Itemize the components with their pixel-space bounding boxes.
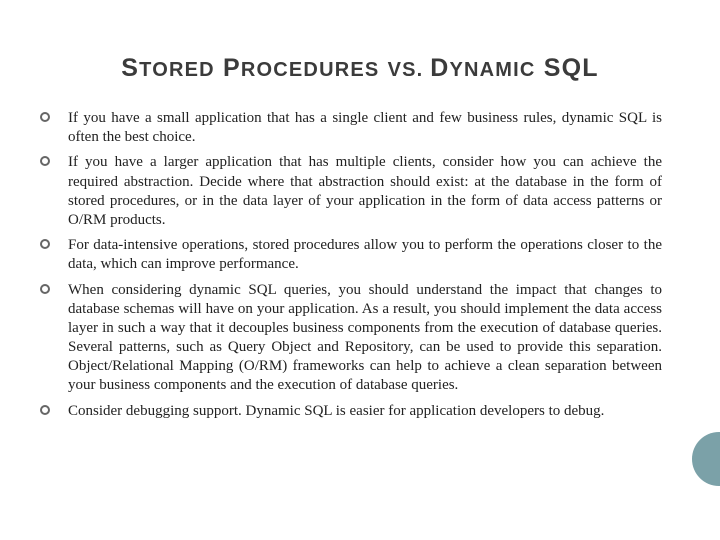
list-item-text: For data-intensive operations, stored pr… [68, 237, 662, 272]
circle-bullet-icon [40, 156, 50, 166]
title-word-procedures: PROCEDURES [223, 54, 379, 82]
circle-bullet-icon [40, 112, 50, 122]
list-item-text: Consider debugging support. Dynamic SQL … [68, 403, 604, 419]
list-item-text: When considering dynamic SQL queries, yo… [68, 282, 662, 394]
list-item-text: If you have a small application that has… [68, 110, 662, 145]
decorative-circle [692, 432, 720, 486]
bullet-list: If you have a small application that has… [34, 99, 686, 427]
list-item: If you have a larger application that ha… [34, 153, 686, 236]
circle-bullet-icon [40, 405, 50, 415]
list-item: For data-intensive operations, stored pr… [34, 236, 686, 280]
circle-bullet-icon [40, 284, 50, 294]
list-item: If you have a small application that has… [34, 109, 686, 153]
list-item-text: If you have a larger application that ha… [68, 154, 662, 228]
title-word-sql: SQL [544, 54, 599, 82]
circle-bullet-icon [40, 239, 50, 249]
slide: STORED PROCEDURES VS. DYNAMIC SQL If you… [0, 0, 720, 540]
list-item: Consider debugging support. Dynamic SQL … [34, 402, 686, 427]
list-item: When considering dynamic SQL queries, yo… [34, 281, 686, 402]
title-word-stored: STORED [121, 54, 215, 82]
title-word-dynamic: DYNAMIC [430, 54, 535, 82]
slide-title: STORED PROCEDURES VS. DYNAMIC SQL [34, 54, 686, 99]
title-vs: VS. [388, 59, 431, 81]
